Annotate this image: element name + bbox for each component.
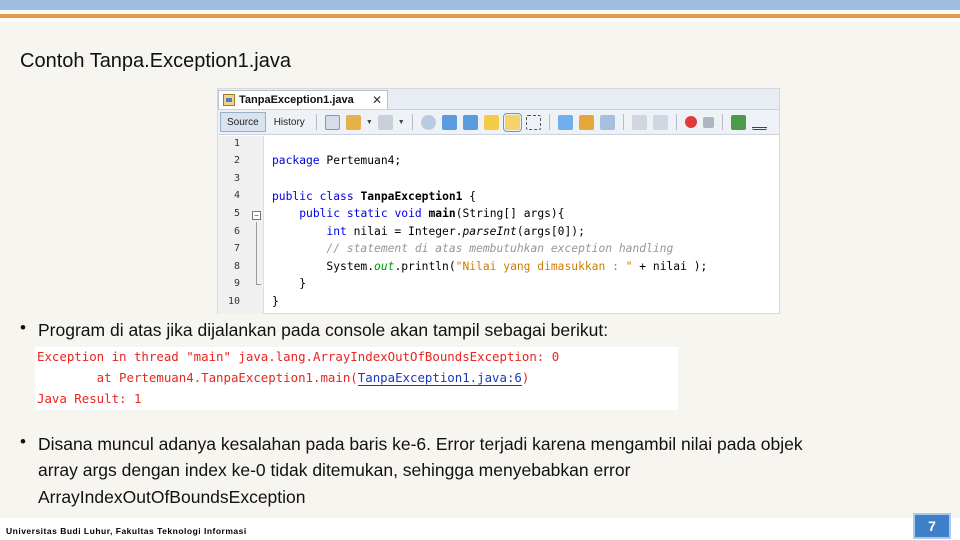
source-view-button[interactable]: Source: [220, 112, 266, 132]
toolbar-separator: [721, 114, 723, 130]
find-selection-icon[interactable]: [483, 114, 499, 130]
code-text: {: [462, 190, 477, 203]
console-line-2: at Pertemuan4.TanpaException1.main(Tanpa…: [37, 370, 530, 386]
line-number: 8: [233, 261, 240, 272]
code-text: (String[] args){: [455, 207, 565, 220]
stop-macro-icon[interactable]: [702, 116, 714, 128]
record-macro-icon[interactable]: [684, 116, 697, 128]
stack-trace-link[interactable]: TanpaException1.java:6: [357, 370, 522, 386]
toolbar-separator: [548, 114, 550, 130]
highlight-toggle-icon[interactable]: [502, 112, 522, 132]
code-keyword: package: [272, 154, 320, 167]
code-keyword: int: [326, 225, 347, 238]
close-icon[interactable]: ✕: [372, 93, 382, 107]
previous-bookmark-icon[interactable]: [557, 114, 573, 130]
console-text: at Pertemuan4.TanpaException1.main(: [37, 370, 358, 385]
line-number: 6: [233, 226, 240, 237]
code-line-6: int nilai = Integer.parseInt(args[0]);: [272, 223, 585, 240]
code-method-name: main: [428, 207, 456, 220]
find-next-icon[interactable]: [462, 114, 478, 130]
code-line-2: package Pertemuan4;: [272, 152, 401, 169]
code-text: Pertemuan4;: [319, 154, 402, 167]
toolbar-separator: [622, 114, 624, 130]
fold-guide-end: [256, 284, 261, 285]
bullet-text-2-line-2: array args dengan index ke-0 tidak ditem…: [38, 460, 631, 480]
code-comment: // statement di atas membutuhkan excepti…: [326, 242, 674, 255]
find-previous-icon[interactable]: [441, 114, 457, 130]
console-line-3: Java Result: 1: [37, 391, 142, 406]
fold-guide-line: [256, 222, 257, 284]
fold-collapse-icon[interactable]: −: [252, 211, 261, 220]
line-number: 9: [233, 278, 240, 289]
code-text: nilai = Integer.: [346, 225, 463, 238]
ide-toolbar: Source History ▼ ▼: [218, 109, 779, 135]
find-icon[interactable]: [420, 114, 436, 130]
code-keyword: public: [272, 190, 313, 203]
comment-icon[interactable]: [730, 114, 746, 130]
next-bookmark-icon[interactable]: [578, 114, 594, 130]
code-line-9: }: [272, 275, 306, 292]
line-number: 1: [233, 138, 240, 149]
page-number-badge: 7: [913, 513, 951, 539]
code-line-7: // statement di atas membutuhkan excepti…: [272, 240, 673, 257]
slide-title: Contoh Tanpa.Exception1.java: [20, 50, 291, 72]
bullet-marker: •: [20, 432, 26, 451]
bullet-text-2-line-3: ArrayIndexOutOfBoundsException: [38, 487, 306, 507]
file-tab-label: TanpaException1.java: [239, 94, 354, 106]
code-class-name: TanpaException1: [360, 190, 463, 203]
rectangular-selection-icon[interactable]: [525, 114, 541, 130]
forward-dropdown-icon[interactable]: ▼: [398, 119, 405, 126]
bullet-text-1: Program di atas jika dijalankan pada con…: [38, 320, 609, 340]
console-text: ): [521, 370, 530, 385]
bullet-marker: •: [20, 318, 26, 337]
toolbar-separator: [411, 114, 413, 130]
line-number: 5: [233, 208, 240, 219]
shift-left-icon[interactable]: [631, 114, 647, 130]
console-output: Exception in thread "main" java.lang.Arr…: [35, 347, 678, 410]
code-keyword: static: [346, 207, 388, 220]
code-keyword: void: [394, 207, 422, 220]
code-text: }: [272, 295, 279, 308]
line-number: 2: [233, 155, 240, 166]
code-line-8: System.out.println("Nilai yang dimasukka…: [272, 258, 707, 275]
last-edit-icon[interactable]: [324, 114, 340, 130]
code-area[interactable]: package Pertemuan4; public class TanpaEx…: [272, 136, 777, 314]
code-text: .println(: [394, 260, 456, 273]
code-text: (args[0]);: [516, 225, 585, 238]
code-text: + nilai );: [632, 260, 708, 273]
line-number: 3: [233, 173, 240, 184]
history-view-button[interactable]: History: [268, 112, 311, 132]
back-icon[interactable]: [345, 114, 361, 130]
top-accent-bar-orange: [0, 14, 960, 18]
toolbar-separator: [315, 114, 317, 130]
console-line-1: Exception in thread "main" java.lang.Arr…: [37, 349, 560, 364]
footer-text: Universitas Budi Luhur, Fakultas Teknolo…: [6, 526, 247, 536]
code-field: out: [374, 260, 395, 273]
code-text: System.: [326, 260, 375, 273]
code-line-10: }: [272, 293, 279, 310]
code-keyword: public: [299, 207, 341, 220]
code-string: "Nilai yang dimasukkan : ": [455, 260, 633, 273]
file-tab[interactable]: TanpaException1.java ✕: [218, 90, 388, 109]
code-text: }: [299, 277, 307, 290]
ide-editor-panel: TanpaException1.java ✕ Source History ▼ …: [217, 88, 780, 314]
line-number-gutter: 1 2 3 4 5 6 7 8 9 10 −: [218, 136, 264, 314]
back-dropdown-icon[interactable]: ▼: [366, 119, 373, 126]
java-file-icon: [223, 94, 235, 106]
ide-tab-row: TanpaException1.java ✕: [218, 89, 779, 109]
line-number: 10: [227, 296, 240, 307]
line-number: 4: [233, 190, 240, 201]
uncomment-icon[interactable]: [751, 115, 767, 130]
line-number: 7: [233, 243, 240, 254]
bullet-text-2-line-1: Disana muncul adanya kesalahan pada bari…: [38, 434, 803, 454]
code-keyword: class: [319, 190, 354, 203]
shift-right-icon[interactable]: [652, 114, 668, 130]
toggle-bookmark-icon[interactable]: [599, 114, 615, 130]
code-line-5: public static void main(String[] args){: [272, 205, 565, 222]
code-static-method: parseInt: [462, 225, 517, 238]
top-accent-bar-blue: [0, 0, 960, 10]
forward-icon[interactable]: [377, 114, 393, 130]
toolbar-separator: [675, 114, 677, 130]
code-line-4: public class TanpaException1 {: [272, 188, 476, 205]
